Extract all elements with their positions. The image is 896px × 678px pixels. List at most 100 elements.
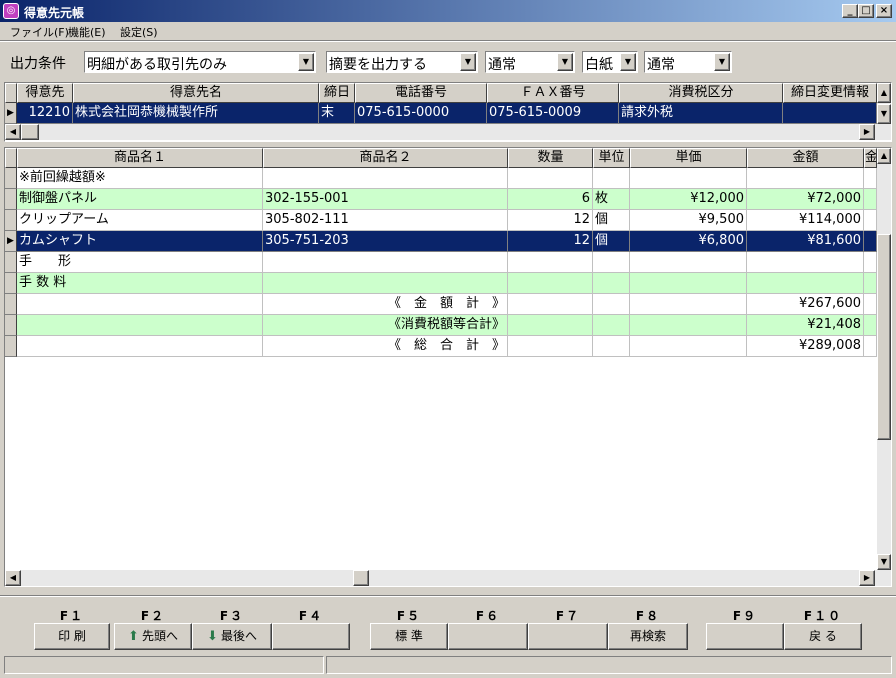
mode-select[interactable]: 通常 ▼ xyxy=(485,51,575,73)
table-row[interactable]: 《消費税額等合計》 ¥21,408 xyxy=(5,315,877,336)
scroll-up-icon[interactable]: ▲ xyxy=(877,83,891,103)
ledger-hscrollbar[interactable]: ◀ ▶ xyxy=(5,570,891,586)
product-name1-cell: カムシャフト xyxy=(17,231,263,252)
unit-header[interactable]: 単位 xyxy=(593,148,630,168)
scroll-thumb[interactable] xyxy=(353,570,369,586)
dropdown-arrow-icon[interactable]: ▼ xyxy=(460,53,476,71)
truncated-cell xyxy=(864,231,877,252)
phone-number: 075-615-0000 xyxy=(355,103,487,124)
table-row[interactable]: 《 総 合 計 》 ¥289,008 xyxy=(5,336,877,357)
fkey-button-10[interactable]: 戻 る xyxy=(784,623,862,650)
table-row[interactable]: 《 金 額 計 》 ¥267,600 xyxy=(5,294,877,315)
maximize-button[interactable]: □ xyxy=(858,4,874,18)
scroll-down-icon[interactable]: ▼ xyxy=(877,554,891,570)
summary-output-select[interactable]: 摘要を出力する ▼ xyxy=(326,51,478,73)
customer-name-header[interactable]: 得意先名 xyxy=(73,83,319,103)
unit-cell: 個 xyxy=(593,210,630,231)
product-name1-cell xyxy=(17,294,263,315)
unit-cell xyxy=(593,273,630,294)
summary-output-value: 摘要を出力する xyxy=(329,57,427,73)
unit-cell xyxy=(593,252,630,273)
fkey-label-1: F１ xyxy=(59,609,85,623)
scroll-left-icon[interactable]: ◀ xyxy=(5,124,21,140)
quantity-cell xyxy=(508,294,593,315)
title-bar: ◎ 得意先元帳 _ □ × xyxy=(0,0,896,22)
table-row[interactable]: 手 数 料 xyxy=(5,273,877,294)
scroll-right-icon[interactable]: ▶ xyxy=(859,124,875,140)
product-name1-cell xyxy=(17,315,263,336)
fkey-button-1[interactable]: 印 刷 xyxy=(34,623,110,650)
dropdown-arrow-icon[interactable]: ▼ xyxy=(298,53,314,71)
fkey-button-9[interactable] xyxy=(706,623,784,650)
fkey-button-label: 戻 る xyxy=(809,629,837,643)
close-button[interactable]: × xyxy=(876,4,892,18)
product-name1-cell: 制御盤パネル xyxy=(17,189,263,210)
truncated-cell xyxy=(864,273,877,294)
product-name1-header[interactable]: 商品名１ xyxy=(17,148,263,168)
unit-price-cell xyxy=(630,273,747,294)
phone-header[interactable]: 電話番号 xyxy=(355,83,487,103)
closing-day-header[interactable]: 締日 xyxy=(319,83,355,103)
tax-category-header[interactable]: 消費税区分 xyxy=(619,83,783,103)
fax-header[interactable]: ＦＡＸ番号 xyxy=(487,83,619,103)
fkey-button-label: 最後へ xyxy=(220,629,257,643)
product-name2-cell: 《 総 合 計 》 xyxy=(263,336,508,357)
menu-file[interactable]: ファイル(F) xyxy=(10,24,69,40)
minimize-button[interactable]: _ xyxy=(842,4,858,18)
fkey-button-2[interactable]: ⬆ 先頭へ xyxy=(114,623,192,650)
fkey-button-5[interactable]: 標 準 xyxy=(370,623,448,650)
scroll-left-icon[interactable]: ◀ xyxy=(5,570,21,586)
mode-value: 通常 xyxy=(488,57,516,73)
window-title: 得意先元帳 xyxy=(24,6,85,20)
product-name2-cell xyxy=(263,273,508,294)
table-row[interactable]: クリップアーム 305-802-111 12 個 ¥9,500 ¥114,000 xyxy=(5,210,877,231)
menu-function[interactable]: 機能(E) xyxy=(68,24,106,40)
truncated-cell xyxy=(864,315,877,336)
fkey-button-4[interactable] xyxy=(272,623,350,650)
fkey-label-3: F３ xyxy=(219,609,245,623)
fkey-button-6[interactable] xyxy=(448,623,528,650)
amount-cell: ¥267,600 xyxy=(747,294,864,315)
customer-vscrollbar[interactable]: ▲ ▼ xyxy=(877,83,891,124)
paper-select[interactable]: 白紙 ▼ xyxy=(582,51,638,73)
amount-cell: ¥72,000 xyxy=(747,189,864,210)
scroll-thumb[interactable] xyxy=(21,124,39,140)
product-name2-cell xyxy=(263,168,508,189)
dropdown-arrow-icon[interactable]: ▼ xyxy=(620,53,636,71)
fkey-button-8[interactable]: 再検索 xyxy=(608,623,688,650)
unit-price-cell: ¥12,000 xyxy=(630,189,747,210)
table-row[interactable]: ※前回繰越額※ xyxy=(5,168,877,189)
customer-row[interactable]: 12210 株式会社岡恭機械製作所 末 075-615-0000 075-615… xyxy=(17,103,877,124)
fkey-button-7[interactable] xyxy=(528,623,608,650)
customer-code-header[interactable]: 得意先 xyxy=(17,83,73,103)
scroll-right-icon[interactable]: ▶ xyxy=(859,570,875,586)
scroll-thumb[interactable] xyxy=(877,234,891,440)
partner-filter-select[interactable]: 明細がある取引先のみ ▼ xyxy=(84,51,316,73)
unit-price-cell xyxy=(630,252,747,273)
customer-hscrollbar[interactable]: ◀ ▶ xyxy=(5,124,891,140)
product-name2-header[interactable]: 商品名２ xyxy=(263,148,508,168)
dropdown-arrow-icon[interactable]: ▼ xyxy=(714,53,730,71)
truncated-cell xyxy=(864,168,877,189)
table-row[interactable]: 手 形 xyxy=(5,252,877,273)
scroll-down-icon[interactable]: ▼ xyxy=(877,104,891,124)
fkey-label-10: F１０ xyxy=(803,609,843,623)
fkey-button-3[interactable]: ⬇ 最後へ xyxy=(192,623,272,650)
dropdown-arrow-icon[interactable]: ▼ xyxy=(557,53,573,71)
ledger-vscrollbar[interactable]: ▲ ▼ xyxy=(877,148,891,570)
scroll-up-icon[interactable]: ▲ xyxy=(877,148,891,164)
unit-price-header[interactable]: 単価 xyxy=(630,148,747,168)
table-row[interactable]: カムシャフト 305-751-203 12 個 ¥6,800 ¥81,600 xyxy=(5,231,877,252)
fkey-button-label: 再検索 xyxy=(629,629,666,643)
print-mode-select[interactable]: 通常 ▼ xyxy=(644,51,732,73)
amount-header[interactable]: 金額 xyxy=(747,148,864,168)
quantity-cell: 12 xyxy=(508,210,593,231)
product-name2-cell: 305-751-203 xyxy=(263,231,508,252)
unit-cell: 枚 xyxy=(593,189,630,210)
partner-filter-value: 明細がある取引先のみ xyxy=(87,57,227,73)
table-row[interactable]: 制御盤パネル 302-155-001 6 枚 ¥12,000 ¥72,000 xyxy=(5,189,877,210)
closing-change-header[interactable]: 締日変更情報 xyxy=(783,83,877,103)
menu-settings[interactable]: 設定(S) xyxy=(120,24,158,40)
quantity-header[interactable]: 数量 xyxy=(508,148,593,168)
truncated-header[interactable]: 金 xyxy=(864,148,877,168)
